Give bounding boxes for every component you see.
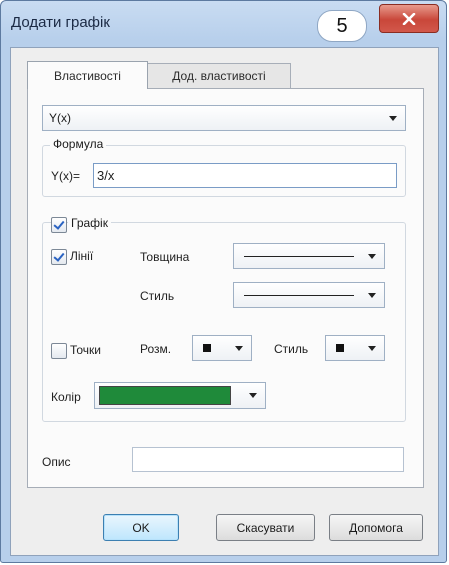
dialog-window: Додати графік 5 Властивості Дод. властив… (0, 0, 447, 563)
description-label: Опис (42, 455, 71, 469)
point-size-preview (203, 344, 211, 352)
function-type-value: Y(x) (49, 111, 71, 125)
dialog-body: Властивості Дод. властивості Y(x) Формул… (10, 47, 439, 556)
tab-extra-properties-label: Дод. властивості (172, 69, 266, 83)
chevron-down-icon (368, 253, 376, 259)
points-checkbox[interactable] (51, 343, 67, 359)
line-style-preview (244, 294, 354, 296)
help-button[interactable]: Допомога (329, 514, 423, 541)
point-style-preview (336, 344, 344, 352)
function-type-select[interactable]: Y(x) (42, 105, 406, 131)
point-style-select[interactable] (325, 335, 385, 361)
color-select[interactable] (94, 382, 266, 409)
point-size-label: Розм. (140, 342, 172, 356)
color-label: Колір (51, 390, 81, 404)
properties-panel: Y(x) Формула Y(x)= 3/x Графік Лінії Товщ… (27, 88, 424, 488)
point-size-select[interactable] (192, 335, 252, 361)
graph-legend: Графік (68, 216, 111, 230)
formula-input[interactable]: 3/x (93, 163, 397, 188)
chevron-down-icon (249, 393, 257, 398)
cancel-button-label: Скасувати (236, 520, 295, 535)
line-style-select[interactable] (233, 282, 385, 308)
chevron-down-icon (368, 345, 376, 351)
ok-button[interactable]: OK (103, 514, 179, 541)
formula-prefix: Y(x)= (51, 169, 81, 183)
help-button-label: Допомога (349, 520, 403, 535)
close-button[interactable] (379, 4, 439, 33)
lines-label: Лінії (70, 249, 94, 263)
color-swatch (99, 386, 231, 405)
line-thickness-select[interactable] (233, 243, 385, 269)
tab-extra-properties[interactable]: Дод. властивості (147, 63, 291, 88)
formula-value: 3/x (97, 168, 115, 183)
graph-checkbox[interactable] (51, 217, 67, 233)
line-style-label: Стиль (140, 289, 175, 303)
description-input[interactable] (132, 447, 404, 472)
thickness-label: Товщина (140, 250, 190, 264)
cancel-button[interactable]: Скасувати (216, 514, 315, 541)
lines-checkbox[interactable] (51, 249, 67, 265)
close-icon (402, 12, 416, 25)
formula-legend: Формула (50, 137, 107, 151)
point-style-label: Стиль (274, 342, 309, 356)
tab-properties[interactable]: Властивості (27, 61, 148, 89)
ok-button-label: OK (132, 520, 150, 535)
chevron-down-icon (235, 345, 243, 351)
step-badge: 5 (317, 10, 367, 42)
tab-properties-label: Властивості (54, 68, 121, 83)
chevron-down-icon (368, 292, 376, 298)
chevron-down-icon (389, 115, 397, 121)
dialog-title: Додати графік (11, 14, 110, 31)
line-thickness-preview (244, 255, 354, 257)
title-bar[interactable]: Додати графік 5 (1, 1, 446, 47)
points-label: Точки (70, 343, 102, 357)
